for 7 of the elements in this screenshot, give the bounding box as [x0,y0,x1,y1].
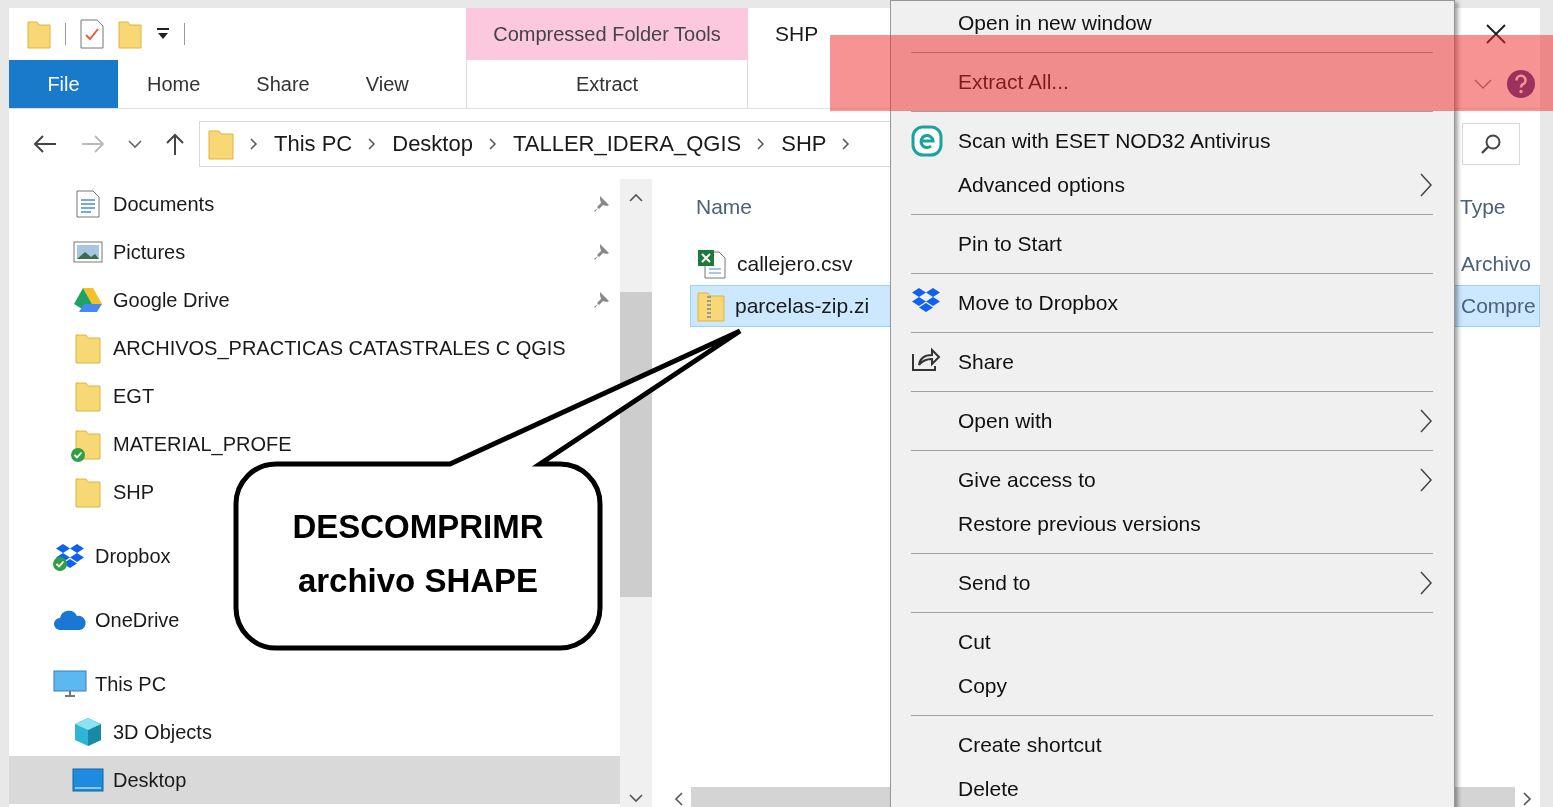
callout-tooltip-text: DESCOMPRIMR archivo SHAPE [291,507,545,601]
file-name: callejero.csv [737,252,853,276]
file-type: Compre [1461,294,1537,318]
file-type: Archivo [1461,252,1533,276]
contextual-tab-header: Compressed Folder Tools [466,8,748,60]
file-name: parcelas-zip.zi [735,294,870,318]
window-title: SHP [775,22,819,46]
